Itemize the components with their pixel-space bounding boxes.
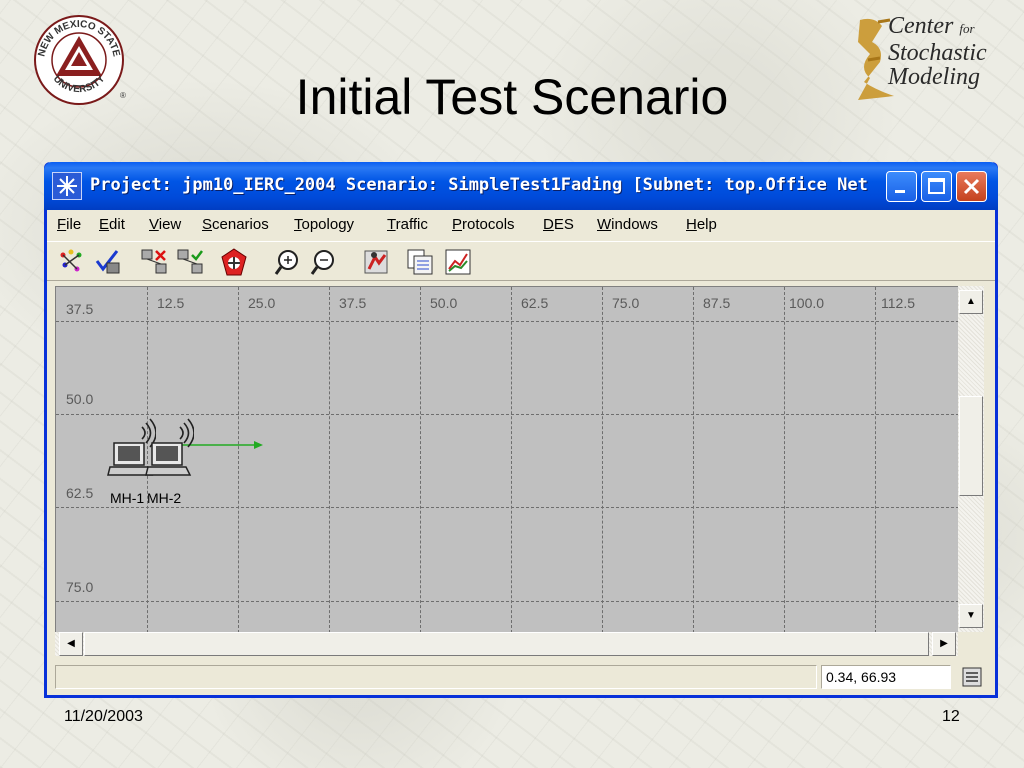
message-log-icon[interactable] [959,665,985,689]
grid-line [329,287,330,632]
graph-results-icon[interactable] [443,247,473,277]
scroll-right-button[interactable]: ▶ [932,632,956,656]
zoom-in-icon[interactable] [273,247,303,277]
window-title: Project: jpm10_IERC_2004 Scenario: Simpl… [90,175,870,195]
scroll-down-button[interactable]: ▼ [959,604,983,628]
slide-title: Initial Test Scenario [295,69,729,125]
fail-node-icon[interactable] [139,247,169,277]
x-axis-label: 62.5 [521,295,549,311]
configure-simulation-icon[interactable] [219,247,249,277]
horizontal-scrollbar[interactable]: ◀ ▶ [55,632,958,656]
menu-windows[interactable]: Windows [597,216,658,233]
menu-des[interactable]: DES [543,216,574,233]
scroll-up-button[interactable]: ▲ [959,290,983,314]
slide-date: 11/20/2003 [64,708,143,725]
x-axis-label: 100.0 [789,295,825,311]
y-axis-label: 75.0 [66,579,94,595]
x-axis-label: 25.0 [248,295,276,311]
node-label-mh-1: MH-1 [110,490,145,506]
menu-traffic[interactable]: Traffic [387,216,428,233]
project-canvas[interactable]: 12.5 25.0 37.5 50.0 62.5 75.0 87.5 100.0… [55,286,958,632]
maximize-button[interactable] [921,171,952,202]
zoom-out-icon[interactable] [309,247,339,277]
scroll-left-button[interactable]: ◀ [59,632,83,656]
y-axis-label: 62.5 [66,485,94,501]
open-palette-icon[interactable] [57,247,87,277]
node-label-mh-2: MH-2 [147,490,182,506]
menu-topology[interactable]: Topology [294,216,354,233]
toolbar [47,241,995,281]
menu-bar: File Edit View Scenarios Topology Traffi… [47,210,995,240]
y-axis-label: 37.5 [66,301,94,317]
vertical-scroll-thumb[interactable] [959,396,983,496]
grid-line [693,287,694,632]
minimize-icon [895,190,905,193]
wireless-laptop-icon[interactable] [144,415,194,481]
minimize-button[interactable] [886,171,917,202]
status-bar: 0.34, 66.93 [47,662,995,692]
verify-links-icon[interactable] [93,247,123,277]
vertical-scrollbar[interactable]: ▲ ▼ [958,286,984,632]
grid-line [602,287,603,632]
x-axis-label: 112.5 [881,295,915,311]
app-window: Project: jpm10_IERC_2004 Scenario: Simpl… [44,162,998,698]
close-button[interactable] [956,171,987,202]
grid-line [420,287,421,632]
menu-file[interactable]: File [57,216,81,233]
grid-line [784,287,785,632]
close-icon [963,178,980,195]
menu-scenarios[interactable]: Scenarios [202,216,269,233]
grid-line [56,321,958,322]
x-axis-label: 87.5 [703,295,731,311]
slide-page-number: 12 [942,708,960,725]
grid-line [511,287,512,632]
grid-line [238,287,239,632]
x-axis-label: 37.5 [339,295,367,311]
x-axis-label: 12.5 [157,295,185,311]
run-simulation-icon[interactable] [361,247,391,277]
app-icon[interactable] [52,172,82,200]
horizontal-scroll-thumb[interactable] [84,632,929,656]
grid-line [56,601,958,602]
grid-line [56,507,958,508]
menu-view[interactable]: View [149,216,181,233]
cursor-coordinates: 0.34, 66.93 [821,665,951,689]
x-axis-label: 50.0 [430,295,458,311]
menu-protocols[interactable]: Protocols [452,216,515,233]
recover-node-icon[interactable] [175,247,205,277]
title-bar[interactable]: Project: jpm10_IERC_2004 Scenario: Simpl… [44,162,998,210]
menu-edit[interactable]: Edit [99,216,125,233]
menu-help[interactable]: Help [686,216,717,233]
status-message [55,665,817,689]
view-results-icon[interactable] [405,247,435,277]
y-axis-label: 50.0 [66,391,94,407]
grid-line [875,287,876,632]
x-axis-label: 75.0 [612,295,640,311]
maximize-icon [928,178,945,194]
